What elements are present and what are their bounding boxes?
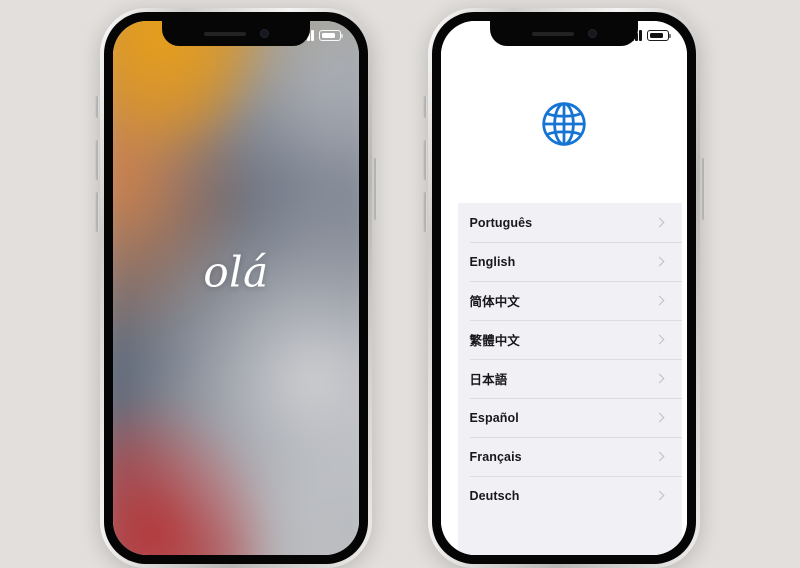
- volume-up-button[interactable]: [423, 140, 427, 180]
- mute-switch[interactable]: [423, 96, 427, 118]
- volume-down-button[interactable]: [95, 192, 99, 232]
- scene-root: olá Português English 简体中文 繁體中文 日本語 Espa…: [0, 0, 800, 568]
- language-list: Português English 简体中文 繁體中文 日本語 Español …: [457, 203, 682, 555]
- language-row-portugues[interactable]: Português: [457, 203, 682, 242]
- language-row-francais[interactable]: Français: [457, 437, 682, 476]
- phone-left-notch: [162, 21, 310, 46]
- phone-right: Português English 简体中文 繁體中文 日本語 Español …: [423, 8, 705, 568]
- language-row-deutsch[interactable]: Deutsch: [457, 476, 682, 515]
- chevron-right-icon: [654, 295, 664, 306]
- phone-right-bezel: Português English 简体中文 繁體中文 日本語 Español …: [432, 12, 696, 564]
- language-row-japanese[interactable]: 日本語: [457, 359, 682, 398]
- language-label: Deutsch: [469, 488, 520, 503]
- language-row-english[interactable]: English: [457, 242, 682, 281]
- language-label: Español: [469, 410, 519, 425]
- chevron-right-icon: [654, 334, 664, 345]
- chevron-right-icon: [654, 451, 664, 462]
- phone-right-screen: Português English 简体中文 繁體中文 日本語 Español …: [441, 21, 687, 555]
- phone-right-notch: [490, 21, 638, 46]
- language-label: English: [469, 254, 516, 269]
- battery-icon: [647, 30, 671, 41]
- language-picker: Português English 简体中文 繁體中文 日本語 Español …: [441, 21, 687, 555]
- language-label: 简体中文: [469, 295, 520, 309]
- chevron-right-icon: [654, 373, 664, 384]
- language-label: Français: [469, 449, 522, 464]
- power-button[interactable]: [701, 158, 705, 220]
- language-label: 繁體中文: [469, 334, 520, 348]
- language-row-espanol[interactable]: Español: [457, 398, 682, 437]
- power-button[interactable]: [373, 158, 377, 220]
- front-camera-icon: [587, 29, 597, 38]
- language-row-simplified-chinese[interactable]: 简体中文: [457, 281, 682, 320]
- chevron-right-icon: [654, 256, 664, 267]
- volume-down-button[interactable]: [423, 192, 427, 232]
- battery-icon: [319, 30, 343, 41]
- greeting-text: olá: [203, 247, 269, 297]
- speaker-grille-icon: [531, 31, 574, 36]
- chevron-right-icon: [654, 412, 664, 423]
- phone-left-bezel: olá: [104, 12, 368, 564]
- speaker-grille-icon: [203, 31, 246, 36]
- chevron-right-icon: [654, 490, 664, 501]
- language-label: Português: [469, 215, 533, 230]
- phone-left-screen: olá: [113, 21, 359, 555]
- language-label: 日本語: [469, 373, 508, 387]
- chevron-right-icon: [654, 217, 664, 228]
- volume-up-button[interactable]: [95, 140, 99, 180]
- globe-icon: [538, 98, 590, 155]
- front-camera-icon: [259, 29, 269, 38]
- phone-left: olá: [95, 8, 377, 568]
- mute-switch[interactable]: [95, 96, 99, 118]
- language-row-traditional-chinese[interactable]: 繁體中文: [457, 320, 682, 359]
